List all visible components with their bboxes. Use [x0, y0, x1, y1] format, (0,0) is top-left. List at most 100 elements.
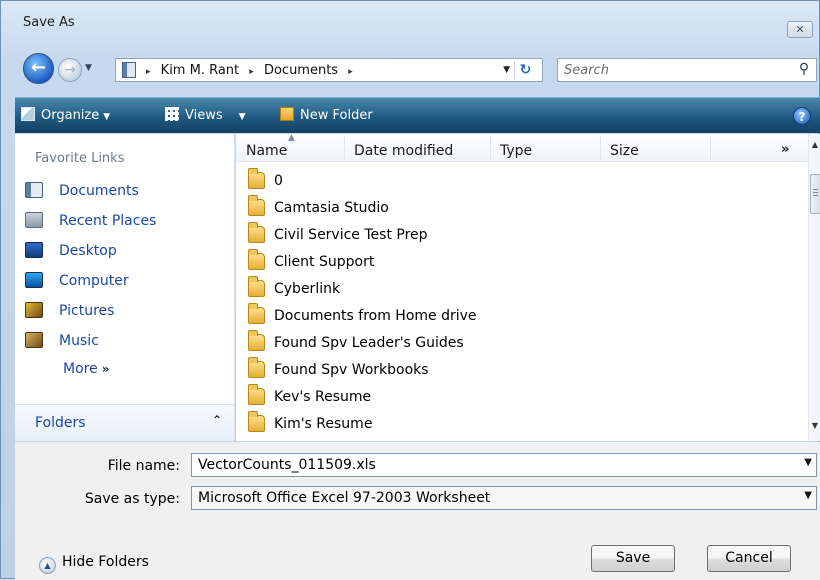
- list-item-label: Kev's Resume: [274, 389, 372, 405]
- navigation-bar: ← → ▼ ▸ Kim M. Rant ▸ Documents ▸ ▼ ↻ ⚲: [1, 49, 819, 89]
- grip-icon: [813, 189, 818, 197]
- breadcrumb-item-documents[interactable]: Documents: [264, 63, 338, 78]
- new-folder-icon: [280, 107, 294, 121]
- chevron-down-icon[interactable]: ▼: [804, 457, 812, 468]
- more-columns-icon[interactable]: »: [781, 142, 789, 157]
- breadcrumb-separator-icon[interactable]: ▸: [146, 67, 151, 77]
- search-icon[interactable]: ⚲: [795, 60, 813, 78]
- scroll-up-icon[interactable]: ▲: [809, 140, 820, 149]
- pictures-icon: [25, 302, 43, 318]
- list-item-label: Civil Service Test Prep: [274, 227, 428, 243]
- chevron-up-icon[interactable]: ⌃: [212, 413, 222, 427]
- documents-folder-icon: [122, 62, 136, 78]
- column-type[interactable]: Type: [500, 143, 532, 159]
- folder-icon: [248, 222, 265, 243]
- folder-icon: [248, 249, 265, 270]
- views-label: Views: [185, 108, 223, 123]
- cancel-button[interactable]: Cancel: [707, 545, 791, 572]
- refresh-icon[interactable]: ↻: [514, 61, 536, 79]
- nav-link-documents[interactable]: Documents: [25, 182, 139, 204]
- nav-link-music[interactable]: Music: [25, 332, 99, 354]
- list-item[interactable]: Kim's Resume: [236, 411, 796, 438]
- scroll-thumb[interactable]: [810, 174, 820, 214]
- desktop-icon: [25, 242, 43, 258]
- favorite-links-heading: Favorite Links: [35, 151, 125, 166]
- back-button[interactable]: ←: [23, 53, 54, 84]
- address-bar[interactable]: ▸ Kim M. Rant ▸ Documents ▸ ▼ ↻: [115, 58, 543, 82]
- sort-ascending-icon: ▲: [288, 134, 295, 143]
- column-date-modified[interactable]: Date modified: [354, 143, 453, 159]
- list-item-label: Cyberlink: [274, 281, 341, 297]
- list-item[interactable]: Cyberlink: [236, 276, 796, 303]
- search-box[interactable]: ⚲: [557, 58, 817, 82]
- breadcrumb-item-user[interactable]: Kim M. Rant: [161, 63, 239, 78]
- nav-link-desktop[interactable]: Desktop: [25, 242, 117, 264]
- help-icon[interactable]: ?: [793, 107, 811, 125]
- nav-link-recent-places[interactable]: Recent Places: [25, 212, 156, 234]
- list-item-label: Documents from Home drive: [274, 308, 477, 324]
- folder-icon: [248, 276, 265, 297]
- vertical-scrollbar[interactable]: ▲ ▼: [808, 134, 820, 441]
- views-button[interactable]: Views ▼: [165, 107, 246, 123]
- column-header-row: Name ▲ Date modified Type Size »: [236, 134, 808, 162]
- music-icon: [25, 332, 43, 348]
- nav-link-pictures[interactable]: Pictures: [25, 302, 114, 324]
- nav-link-label: Pictures: [59, 303, 115, 319]
- save-as-type-label: Save as type:: [84, 491, 180, 507]
- recent-pages-dropdown[interactable]: ▼: [85, 63, 92, 73]
- column-name[interactable]: Name: [246, 143, 287, 159]
- list-item[interactable]: Documents from Home drive: [236, 303, 796, 330]
- new-folder-button[interactable]: New Folder: [280, 107, 373, 123]
- breadcrumb-separator-icon[interactable]: ▸: [348, 67, 353, 77]
- list-item[interactable]: Found Spv Leader's Guides: [236, 330, 796, 357]
- organize-button[interactable]: Organize ▼: [21, 107, 110, 123]
- double-chevron-right-icon: »: [101, 362, 110, 376]
- save-options-panel: File name: VectorCounts_011509.xls ▼ Sav…: [15, 442, 820, 580]
- column-divider[interactable]: [344, 136, 345, 160]
- chevron-down-icon: ▼: [238, 112, 246, 122]
- list-item[interactable]: Kev's Resume: [236, 384, 796, 411]
- list-item[interactable]: Client Support: [236, 249, 796, 276]
- folder-icon: [248, 303, 265, 324]
- views-icon: [165, 107, 179, 121]
- folder-icon: [248, 330, 265, 351]
- list-item-label: Found Spv Leader's Guides: [274, 335, 464, 351]
- documents-icon: [25, 182, 43, 198]
- list-item[interactable]: Found Spv Workbooks: [236, 357, 796, 384]
- search-input[interactable]: [564, 62, 784, 78]
- nav-link-label: Documents: [59, 183, 139, 199]
- forward-button[interactable]: →: [58, 58, 82, 82]
- list-item[interactable]: Civil Service Test Prep: [236, 222, 796, 249]
- nav-link-label: Desktop: [59, 243, 117, 259]
- file-name-value: VectorCounts_011509.xls: [198, 457, 376, 473]
- save-button[interactable]: Save: [591, 545, 675, 572]
- list-item-label: Client Support: [274, 254, 375, 270]
- window-title: Save As: [23, 15, 75, 30]
- folder-icon: [248, 168, 265, 189]
- scroll-down-icon[interactable]: ▼: [809, 421, 820, 430]
- navigation-pane: Favorite Links Documents Recent Places D…: [15, 134, 235, 441]
- hide-folders-button[interactable]: ▲ Hide Folders: [39, 554, 149, 574]
- column-divider[interactable]: [710, 136, 711, 160]
- folder-icon: [248, 384, 265, 405]
- save-as-dialog: Save As ✕ ← → ▼ ▸ Kim M. Rant ▸ Document…: [0, 0, 820, 580]
- folders-bar[interactable]: Folders ⌃: [15, 404, 234, 441]
- more-links-button[interactable]: More»: [63, 361, 109, 377]
- nav-link-computer[interactable]: Computer: [25, 272, 129, 294]
- chevron-down-icon[interactable]: ▼: [804, 490, 812, 501]
- column-size[interactable]: Size: [610, 143, 639, 159]
- breadcrumb-separator-icon[interactable]: ▸: [249, 67, 254, 77]
- list-item[interactable]: 0: [236, 168, 796, 195]
- list-item-label: Found Spv Workbooks: [274, 362, 429, 378]
- column-divider[interactable]: [490, 136, 491, 160]
- address-dropdown-icon[interactable]: ▼: [503, 65, 510, 75]
- file-name-label: File name:: [107, 458, 180, 474]
- close-button[interactable]: ✕: [787, 21, 813, 38]
- file-name-field[interactable]: VectorCounts_011509.xls ▼: [191, 453, 817, 477]
- organize-icon: [21, 107, 35, 121]
- column-divider[interactable]: [600, 136, 601, 160]
- folder-icon: [248, 357, 265, 378]
- new-folder-label: New Folder: [300, 108, 373, 123]
- list-item[interactable]: Camtasia Studio: [236, 195, 796, 222]
- save-as-type-select[interactable]: Microsoft Office Excel 97-2003 Worksheet…: [191, 486, 817, 510]
